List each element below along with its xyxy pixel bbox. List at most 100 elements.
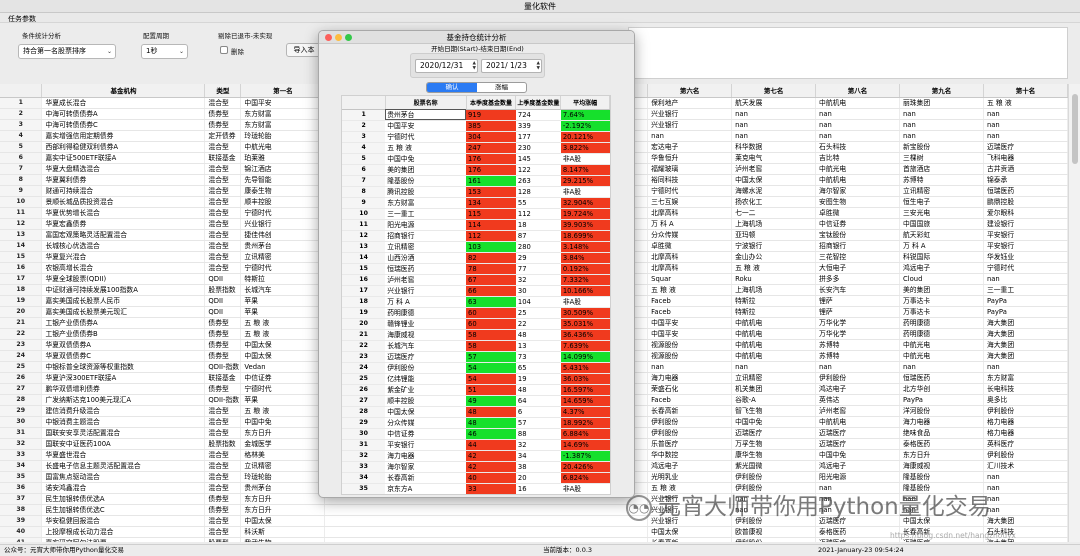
list-item[interactable]: 25 亿纬锂能 54 19 36.03%	[342, 373, 610, 385]
confirm-button[interactable]: 确认	[427, 83, 477, 92]
grid-cell: 海大集团	[983, 350, 1068, 362]
holding-cell: 177	[515, 131, 561, 143]
holding-cell: 55	[515, 197, 561, 209]
list-item[interactable]: 23 迈瑞医疗 57 73 14.099%	[342, 351, 610, 363]
row-index: 30	[0, 416, 43, 428]
period-select[interactable]: 1秒 ⌄	[141, 44, 188, 59]
list-item[interactable]: 5 中国中免 176 145 非A股	[342, 153, 610, 165]
grid-cell: 中信证券	[240, 372, 326, 384]
list-item[interactable]: 11 阳光电源 114 18 39.903%	[342, 219, 610, 231]
grid-cell: 北摩高科	[647, 207, 733, 219]
holding-cell: 16	[515, 483, 561, 494]
grid-cell: Faceb	[647, 306, 733, 318]
list-item[interactable]: 6 美的集团 176 122 8.147%	[342, 164, 610, 176]
list-item[interactable]: 31 平安银行 44 32 14.69%	[342, 439, 610, 451]
grid-cell: 泸州老窖	[731, 163, 817, 175]
grid-header[interactable]: 类型	[204, 84, 242, 98]
grid-header[interactable]: 第六名	[647, 84, 733, 98]
holding-header[interactable]: 股票名称	[385, 96, 467, 110]
row-index: 8	[0, 174, 43, 186]
list-item[interactable]: 28 中国太保 48 6 4.37%	[342, 406, 610, 418]
holding-stats-dialog: 基金持仓统计分析 开始日期(Start)-结束日期(End) 2020/12/3…	[318, 30, 635, 498]
list-item[interactable]: 21 海康威视 58 48 36.436%	[342, 329, 610, 341]
grid-cell: 股票指数	[204, 438, 242, 450]
grid-cell: 泸州老窖	[815, 405, 900, 417]
holding-header[interactable]: 本季度基金数量	[466, 96, 517, 110]
grid-header[interactable]: 基金机构	[41, 84, 206, 98]
grid-header[interactable]: 第八名	[815, 84, 900, 98]
list-item[interactable]: 2 中国平安 385 339 -2.192%	[342, 120, 610, 132]
list-item[interactable]: 32 海力电器 42 34 -1.387%	[342, 450, 610, 462]
list-item[interactable]: 29 分众传媒 48 57 18.992%	[342, 417, 610, 429]
stepper-icon[interactable]: ▲ ▼	[537, 61, 540, 71]
holding-cell: 中国太保	[385, 406, 467, 418]
list-item[interactable]: 10 三一重工 115 112 19.724%	[342, 208, 610, 220]
list-item[interactable]: 27 顺丰控股 49 64 14.659%	[342, 395, 610, 407]
holding-cell: 药明康德	[385, 307, 467, 319]
status-public-account: 公众号：元宵大师带你用Python量化交易	[4, 546, 125, 554]
list-item[interactable]: 24 伊利股份 54 65 5.431%	[342, 362, 610, 374]
holding-cell: 非A股	[560, 153, 610, 165]
holding-header[interactable]: 平均涨幅	[560, 96, 610, 110]
list-item[interactable]: 15 恒瑞医药 78 77 0.192%	[342, 263, 610, 275]
list-item[interactable]: 19 药明康德 60 25 30.509%	[342, 307, 610, 319]
row-index: 22	[0, 328, 43, 340]
list-item[interactable]: 14 山西汾酒 82 29 3.84%	[342, 252, 610, 264]
start-date-input[interactable]: 2020/12/31 ▲ ▼	[415, 59, 478, 73]
list-item[interactable]: 26 紫金矿业 51 48 16.597%	[342, 384, 610, 396]
delete-checkbox[interactable]	[220, 46, 228, 54]
list-item[interactable]: 36华鲁恒升314729.03%	[342, 494, 610, 495]
row-index: 15	[0, 251, 43, 263]
grid-cell: 奥多比	[983, 394, 1068, 406]
list-item[interactable]: 9 东方财富 134 55 32.904%	[342, 197, 610, 209]
row-index: 17	[342, 285, 386, 297]
list-item[interactable]: 3 宁德时代 304 177 20.121%	[342, 131, 610, 143]
grid-cell: 鸿远电子	[899, 262, 984, 274]
zoom-icon[interactable]	[345, 34, 352, 41]
grid-cell: 东方日升	[240, 504, 326, 516]
list-item[interactable]: 18 万 科 A 63 104 非A股	[342, 296, 610, 308]
grid-scrollbar[interactable]	[1068, 84, 1080, 542]
list-item[interactable]: 33 海尔智家 42 38 20.426%	[342, 461, 610, 473]
list-item[interactable]: 4五 粮 液 247 230 3.822%	[342, 142, 610, 154]
holding-cell: 宁德时代	[385, 131, 467, 143]
row-index: 27	[342, 395, 386, 407]
list-item[interactable]: 30 中信证券 46 88 6.884%	[342, 428, 610, 440]
grid-cell: 华鲁恒升	[647, 152, 733, 164]
grid-header[interactable]: 第七名	[731, 84, 817, 98]
list-item[interactable]: 22 长城汽车 58 13 7.639%	[342, 340, 610, 352]
list-item[interactable]: 16 泸州老窖 67 32 7.332%	[342, 274, 610, 286]
list-item[interactable]: 7 隆基股份 161 263 29.215%	[342, 175, 610, 187]
sort-rise-button[interactable]: 涨幅	[477, 83, 526, 92]
grid-cell: 三七互娱	[647, 196, 733, 208]
row-index: 31	[0, 427, 43, 439]
list-item[interactable]: 13 立讯精密 103 280 3.148%	[342, 241, 610, 253]
list-item[interactable]: 1 贵州茅台 919 724 7.64%	[342, 109, 610, 121]
list-item[interactable]: 8 腾讯控股 153 128 非A股	[342, 186, 610, 198]
list-item[interactable]: 34 长春高新 40 20 6.824%	[342, 472, 610, 484]
grid-cell: 中国国旅	[899, 218, 984, 230]
grid-cell: 中航机电	[731, 350, 817, 362]
holding-header[interactable]: 上季度基金数量	[515, 96, 562, 110]
holding-cell: 78	[466, 263, 516, 275]
scrollbar-thumb[interactable]	[1072, 94, 1078, 164]
grid-header[interactable]: 第一名	[240, 84, 326, 98]
holding-cell: 3.148%	[560, 241, 610, 253]
log-textarea[interactable]	[628, 27, 1068, 79]
filter-select[interactable]: 持合第一名股票排序 ⌄	[18, 44, 116, 59]
grid-header[interactable]: 第九名	[899, 84, 984, 98]
minimize-icon[interactable]	[335, 34, 342, 41]
grid-cell: 中航机电	[731, 328, 817, 340]
end-date-input[interactable]: 2021/ 1/23 ▲ ▼	[481, 59, 542, 73]
close-icon[interactable]	[325, 34, 332, 41]
list-item[interactable]: 12 招商银行 112 87 18.699%	[342, 230, 610, 242]
stepper-icon[interactable]: ▲ ▼	[473, 61, 476, 71]
grid-header[interactable]: 第十名	[983, 84, 1068, 98]
holding-cell: 25	[515, 307, 561, 319]
list-item[interactable]: 35 京东方A 33 16 非A股	[342, 483, 610, 494]
holding-table-container[interactable]: 股票名称 本季度基金数量 上季度基金数量 平均涨幅 1 贵州茅台 919 724 7.64% 2…	[341, 95, 611, 495]
holding-cell: 82	[466, 252, 516, 264]
list-item[interactable]: 17 兴业银行 66 30 10.166%	[342, 285, 610, 297]
list-item[interactable]: 20 赣锋锂业 60 22 35.031%	[342, 318, 610, 330]
import-button[interactable]: 导入本	[286, 43, 322, 57]
